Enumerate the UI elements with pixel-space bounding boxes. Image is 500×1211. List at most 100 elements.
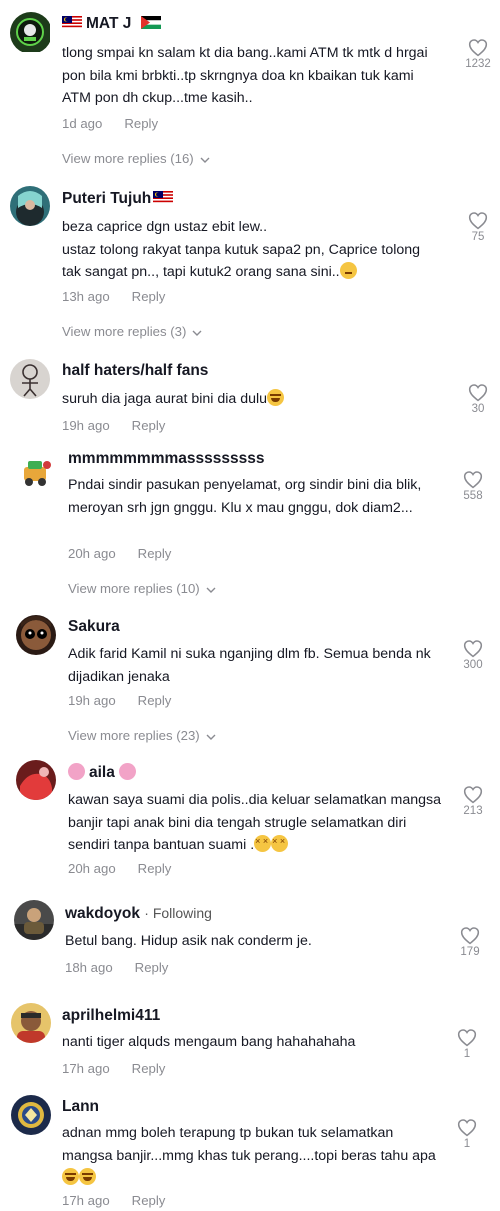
like-button[interactable]: 179 [450, 926, 490, 958]
username-text: Sakura [68, 618, 120, 635]
username[interactable]: wakdoyok · Following [65, 905, 212, 923]
view-more-replies[interactable]: View more replies (10) [68, 581, 216, 596]
heart-outline-icon [457, 1029, 477, 1047]
like-button[interactable]: 558 [453, 470, 493, 502]
comment-item: aprilhelmi411 nanti tiger alquds mengaum… [0, 997, 500, 1089]
comment-meta: 19h ago Reply [68, 693, 171, 708]
tired-face-emoji-icon [254, 835, 272, 852]
username-text: wakdoyok [65, 905, 140, 922]
username[interactable]: Puteri Tujuh [62, 190, 174, 208]
heart-outline-icon [463, 471, 483, 489]
like-button[interactable]: 213 [453, 785, 493, 817]
like-button[interactable]: 1232 [458, 38, 498, 70]
comment-meta: 1d ago Reply [62, 116, 158, 131]
comment-item: Puteri Tujuh beza caprice dgn ustaz ebit… [0, 175, 500, 350]
reply-button[interactable]: Reply [132, 1061, 166, 1076]
username[interactable]: half haters/half fans [62, 362, 208, 380]
view-more-label: View more replies (3) [62, 324, 187, 339]
heart-outline-icon [463, 640, 483, 658]
chevron-down-icon [206, 587, 216, 593]
like-button[interactable]: 1 [447, 1028, 487, 1060]
heart-outline-icon [468, 39, 488, 57]
username-text: aprilhelmi411 [62, 1007, 161, 1024]
malaysia-flag-icon [153, 191, 174, 204]
timestamp: 19h ago [68, 693, 116, 708]
chevron-down-icon [192, 330, 202, 336]
like-button[interactable]: 1 [447, 1118, 487, 1150]
reply-button[interactable]: Reply [124, 116, 158, 131]
comment-text: Pndai sindir pasukan penyelamat, org sin… [68, 477, 422, 516]
laughing-emoji-icon [79, 1168, 96, 1185]
reply-button[interactable]: Reply [132, 289, 166, 304]
username[interactable]: MAT J [62, 15, 161, 33]
avatar[interactable] [16, 615, 56, 655]
avatar[interactable] [16, 760, 56, 800]
view-more-replies[interactable]: View more replies (3) [62, 324, 202, 339]
avatar[interactable] [11, 1003, 51, 1043]
comment-meta: 17h ago Reply [62, 1061, 165, 1076]
avatar[interactable] [14, 900, 54, 940]
username[interactable]: Lann [62, 1098, 99, 1116]
reply-button[interactable]: Reply [132, 418, 166, 433]
comment-text: tlong smpai kn salam kt dia bang..kami A… [62, 45, 428, 106]
comment-item: half haters/half fans suruh dia jaga aur… [0, 350, 500, 443]
like-count: 1 [463, 1048, 471, 1060]
avatar[interactable] [16, 451, 56, 491]
like-button[interactable]: 30 [458, 383, 498, 415]
lollipop-emoji-icon [68, 763, 85, 780]
like-count: 558 [463, 490, 483, 502]
comment-text: adnan mmg boleh terapung tp bukan tuk se… [62, 1122, 437, 1190]
like-button[interactable]: 300 [453, 639, 493, 671]
chevron-down-icon [206, 734, 216, 740]
username[interactable]: aprilhelmi411 [62, 1007, 160, 1025]
avatar[interactable] [10, 359, 50, 399]
comment-item: wakdoyok · Following Betul bang. Hidup a… [0, 894, 500, 997]
heart-outline-icon [468, 212, 488, 230]
comment-item: aila kawan saya suami dia polis..dia kel… [0, 756, 500, 894]
comment-item: MAT J tlong smpai kn salam kt dia bang..… [0, 0, 500, 175]
reply-button[interactable]: Reply [138, 693, 172, 708]
timestamp: 18h ago [65, 960, 113, 975]
like-count: 1232 [465, 58, 491, 70]
smirk-emoji-icon [339, 262, 357, 279]
laughing-emoji-icon [267, 389, 285, 406]
like-count: 179 [460, 946, 480, 958]
avatar[interactable] [10, 12, 52, 54]
username-text: mmmmmmmmasssssssss [68, 450, 265, 467]
laughing-emoji-icon [62, 1168, 79, 1185]
username-text: Puteri Tujuh [62, 190, 152, 207]
reply-button[interactable]: Reply [135, 960, 169, 975]
heart-outline-icon [460, 927, 480, 945]
like-button[interactable]: 75 [458, 211, 498, 243]
comment-meta: 19h ago Reply [62, 418, 165, 433]
username[interactable]: aila [68, 763, 136, 782]
heart-outline-icon [463, 786, 483, 804]
like-count: 213 [463, 805, 483, 817]
avatar[interactable] [11, 1095, 51, 1135]
comment-text: kawan saya suami dia polis..dia keluar s… [68, 789, 443, 857]
comment-item: mmmmmmmmasssssssss Pndai sindir pasukan … [0, 443, 500, 606]
comment-meta: 20h ago Reply [68, 546, 171, 561]
timestamp: 1d ago [62, 116, 103, 131]
view-more-replies[interactable]: View more replies (16) [62, 151, 210, 166]
comment-text: Betul bang. Hidup asik nak conderm je. [65, 933, 312, 949]
malaysia-flag-icon [62, 16, 82, 29]
timestamp: 17h ago [62, 1061, 110, 1076]
view-more-replies[interactable]: View more replies (23) [68, 728, 216, 743]
reply-button[interactable]: Reply [132, 1193, 166, 1208]
username-text: half haters/half fans [62, 362, 209, 379]
view-more-label: View more replies (10) [68, 581, 200, 596]
chevron-down-icon [200, 157, 210, 163]
reply-button[interactable]: Reply [138, 861, 172, 876]
username[interactable]: mmmmmmmmasssssssss [68, 450, 264, 468]
palestine-flag-icon [140, 16, 161, 29]
comment-text: suruh dia jaga aurat bini dia dulu [62, 388, 437, 411]
avatar[interactable] [10, 186, 50, 226]
comment-meta: 18h ago Reply [65, 960, 168, 975]
view-more-label: View more replies (23) [68, 728, 200, 743]
username[interactable]: Sakura [68, 618, 120, 636]
reply-button[interactable]: Reply [138, 546, 172, 561]
timestamp: 17h ago [62, 1193, 110, 1208]
comment-text: beza caprice dgn ustaz ebit lew.. ustaz … [62, 219, 421, 280]
heart-outline-icon [468, 384, 488, 402]
